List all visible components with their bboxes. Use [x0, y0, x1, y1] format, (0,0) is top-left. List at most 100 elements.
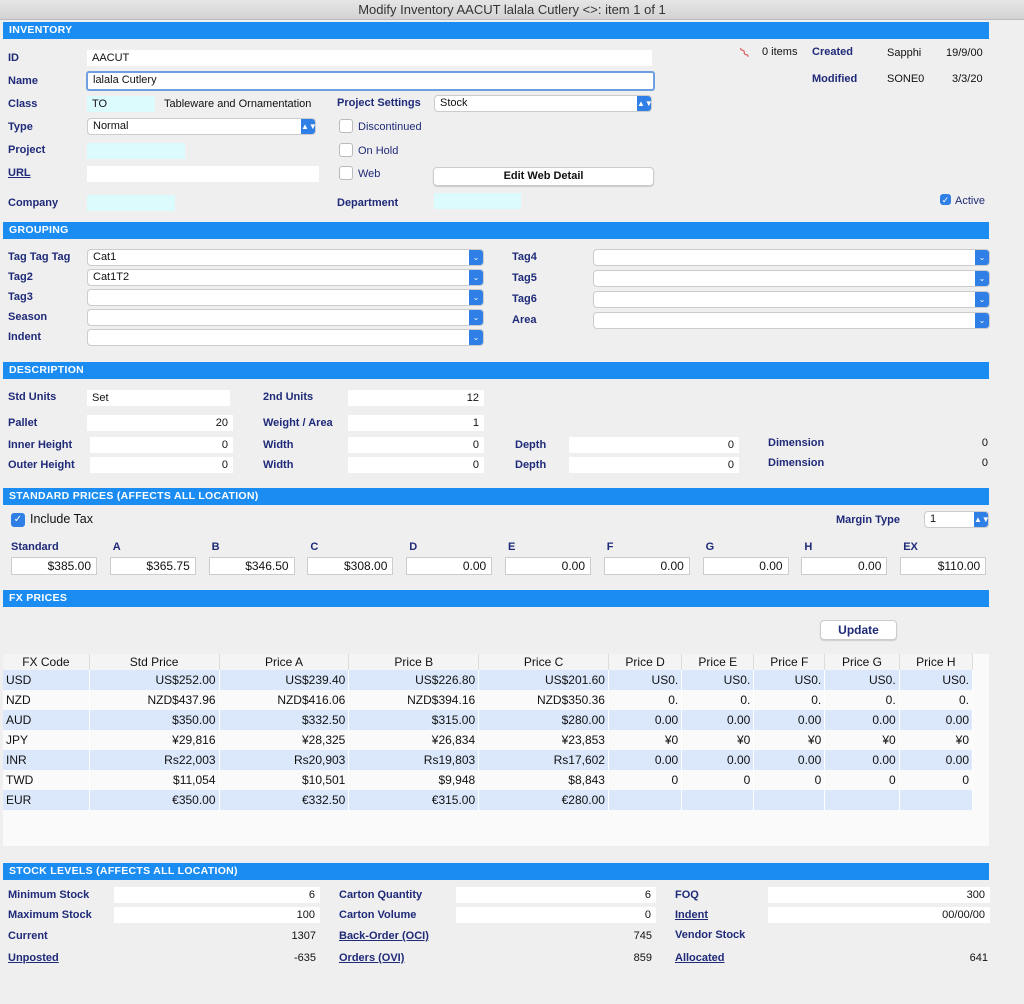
price-field[interactable]: 0.00: [603, 557, 690, 575]
column-header[interactable]: FX Code: [3, 654, 90, 670]
web-checkbox[interactable]: [339, 166, 353, 180]
on-hold-checkbox[interactable]: [339, 143, 353, 157]
minimum-stock-field[interactable]: 6: [114, 887, 320, 903]
table-row[interactable]: AUD $350.00 $332.50 $315.00 $280.00 0.00 0.00 0…: [3, 710, 974, 730]
grouping-select[interactable]: ⌄: [87, 309, 484, 326]
column-header[interactable]: Price B: [348, 654, 480, 670]
url-field[interactable]: [87, 166, 319, 182]
table-cell: INR: [3, 750, 90, 770]
unposted-link[interactable]: Unposted: [8, 951, 59, 965]
id-field[interactable]: AACUT: [87, 50, 652, 66]
foq-label: FOQ: [675, 889, 699, 901]
project-settings-select[interactable]: Stock ▲▼: [434, 95, 653, 112]
back-order-link[interactable]: Back-Order (OCI): [339, 929, 429, 943]
update-button[interactable]: Update: [820, 620, 897, 640]
column-header[interactable]: Price E: [681, 654, 755, 670]
url-link[interactable]: URL: [8, 166, 31, 180]
grouping-header: GROUPING: [3, 222, 989, 239]
pallet-field[interactable]: 20: [87, 415, 233, 431]
price-field[interactable]: 0.00: [406, 557, 493, 575]
active-checkbox[interactable]: ✓: [940, 194, 951, 205]
width-field[interactable]: 0: [348, 437, 484, 453]
table-cell: US0.: [608, 670, 683, 690]
table-cell: €332.50: [219, 790, 350, 810]
carton-quantity-field[interactable]: 6: [456, 887, 656, 903]
table-row[interactable]: JPY ¥29,816 ¥28,325 ¥26,834 ¥23,853 ¥0 ¥0 ¥0 ¥0 ¥…: [3, 730, 974, 750]
grouping-select[interactable]: ⌄: [593, 312, 990, 329]
column-header[interactable]: Price G: [824, 654, 900, 670]
inner-height-field[interactable]: 0: [90, 437, 233, 453]
class-code-field[interactable]: TO: [87, 96, 155, 112]
column-header[interactable]: Price D: [608, 654, 683, 670]
table-cell: ¥0: [824, 730, 900, 750]
grouping-select[interactable]: Cat1 ⌄: [87, 249, 484, 266]
column-header[interactable]: Price A: [219, 654, 350, 670]
name-field[interactable]: lalala Cutlery: [86, 71, 655, 91]
updown-icon: ▲▼: [974, 512, 990, 527]
grouping-select[interactable]: ⌄: [593, 291, 990, 308]
project-field[interactable]: [87, 143, 185, 159]
table-row[interactable]: EUR €350.00 €332.50 €315.00 €280.00: [3, 790, 974, 810]
table-row[interactable]: NZD NZD$437.96 NZD$416.06 NZD$394.16 NZD$350…: [3, 690, 974, 710]
carton-volume-field[interactable]: 0: [456, 907, 656, 923]
table-row[interactable]: USD US$252.00 US$239.40 US$226.80 US$201.60 U…: [3, 670, 974, 690]
include-tax-label: Include Tax: [30, 512, 94, 526]
active-label: Active: [955, 195, 985, 207]
table-cell: ¥23,853: [478, 730, 609, 750]
price-field[interactable]: 0.00: [801, 557, 888, 575]
department-field[interactable]: [434, 193, 521, 209]
width-label-2: Width: [263, 459, 294, 471]
company-field[interactable]: [87, 195, 175, 211]
grouping-select[interactable]: ⌄: [87, 329, 484, 346]
price-field[interactable]: $365.75: [109, 557, 196, 575]
price-field[interactable]: $308.00: [307, 557, 394, 575]
price-field[interactable]: $110.00: [900, 557, 987, 575]
price-label: G: [705, 541, 715, 553]
price-field[interactable]: 0.00: [702, 557, 789, 575]
attachments-count[interactable]: 0 items: [762, 45, 797, 59]
weight-field[interactable]: 1: [348, 415, 484, 431]
width-field-2[interactable]: 0: [348, 457, 484, 473]
table-cell: US$239.40: [219, 670, 350, 690]
table-cell: NZD$416.06: [219, 690, 350, 710]
include-tax-checkbox[interactable]: ✓: [11, 513, 25, 527]
chevron-down-icon: ⌄: [469, 270, 483, 285]
table-row[interactable]: INR Rs22,003 Rs20,903 Rs19,803 Rs17,602 0.00 0…: [3, 750, 974, 770]
grouping-select[interactable]: ⌄: [87, 289, 484, 306]
grouping-select[interactable]: ⌄: [593, 249, 990, 266]
foq-field[interactable]: 300: [768, 887, 990, 903]
grouping-label: Tag6: [512, 293, 537, 305]
discontinued-checkbox[interactable]: [339, 119, 353, 133]
column-header[interactable]: Price H: [899, 654, 974, 670]
std-units-field[interactable]: Set: [87, 390, 230, 406]
column-header[interactable]: Std Price: [89, 654, 220, 670]
table-cell: US$226.80: [348, 670, 480, 690]
allocated-link[interactable]: Allocated: [675, 951, 725, 965]
type-select[interactable]: Normal ▲▼: [87, 118, 317, 135]
grouping-select[interactable]: Cat1T2 ⌄: [87, 269, 484, 286]
grouping-label: Tag2: [8, 271, 33, 283]
margin-type-select[interactable]: 1 ▲▼: [924, 511, 990, 528]
edit-web-detail-button[interactable]: Edit Web Detail: [433, 167, 654, 186]
grouping-select[interactable]: ⌄: [593, 270, 990, 287]
unposted-value: -635: [293, 952, 316, 964]
paperclip-icon[interactable]: ⌇: [736, 44, 754, 63]
column-header[interactable]: Price C: [478, 654, 609, 670]
depth-field-2[interactable]: 0: [569, 457, 739, 473]
table-cell: Rs19,803: [348, 750, 480, 770]
indent-field[interactable]: 00/00/00: [768, 907, 990, 923]
orders-link[interactable]: Orders (OVI): [339, 951, 404, 965]
depth-field[interactable]: 0: [569, 437, 739, 453]
second-units-field[interactable]: 12: [348, 390, 484, 406]
price-label: F: [606, 541, 614, 553]
maximum-stock-field[interactable]: 100: [114, 907, 320, 923]
price-field[interactable]: 0.00: [505, 557, 591, 575]
table-row[interactable]: TWD $11,054 $10,501 $9,948 $8,843 0 0 0 0 0: [3, 770, 974, 790]
column-header[interactable]: Price F: [753, 654, 826, 670]
price-field[interactable]: $385.00: [11, 557, 97, 575]
outer-height-field[interactable]: 0: [90, 457, 233, 473]
price-field[interactable]: $346.50: [208, 557, 295, 575]
indent-link[interactable]: Indent: [675, 908, 708, 922]
project-settings-label: Project Settings: [337, 97, 421, 109]
table-cell: $350.00: [89, 710, 220, 730]
